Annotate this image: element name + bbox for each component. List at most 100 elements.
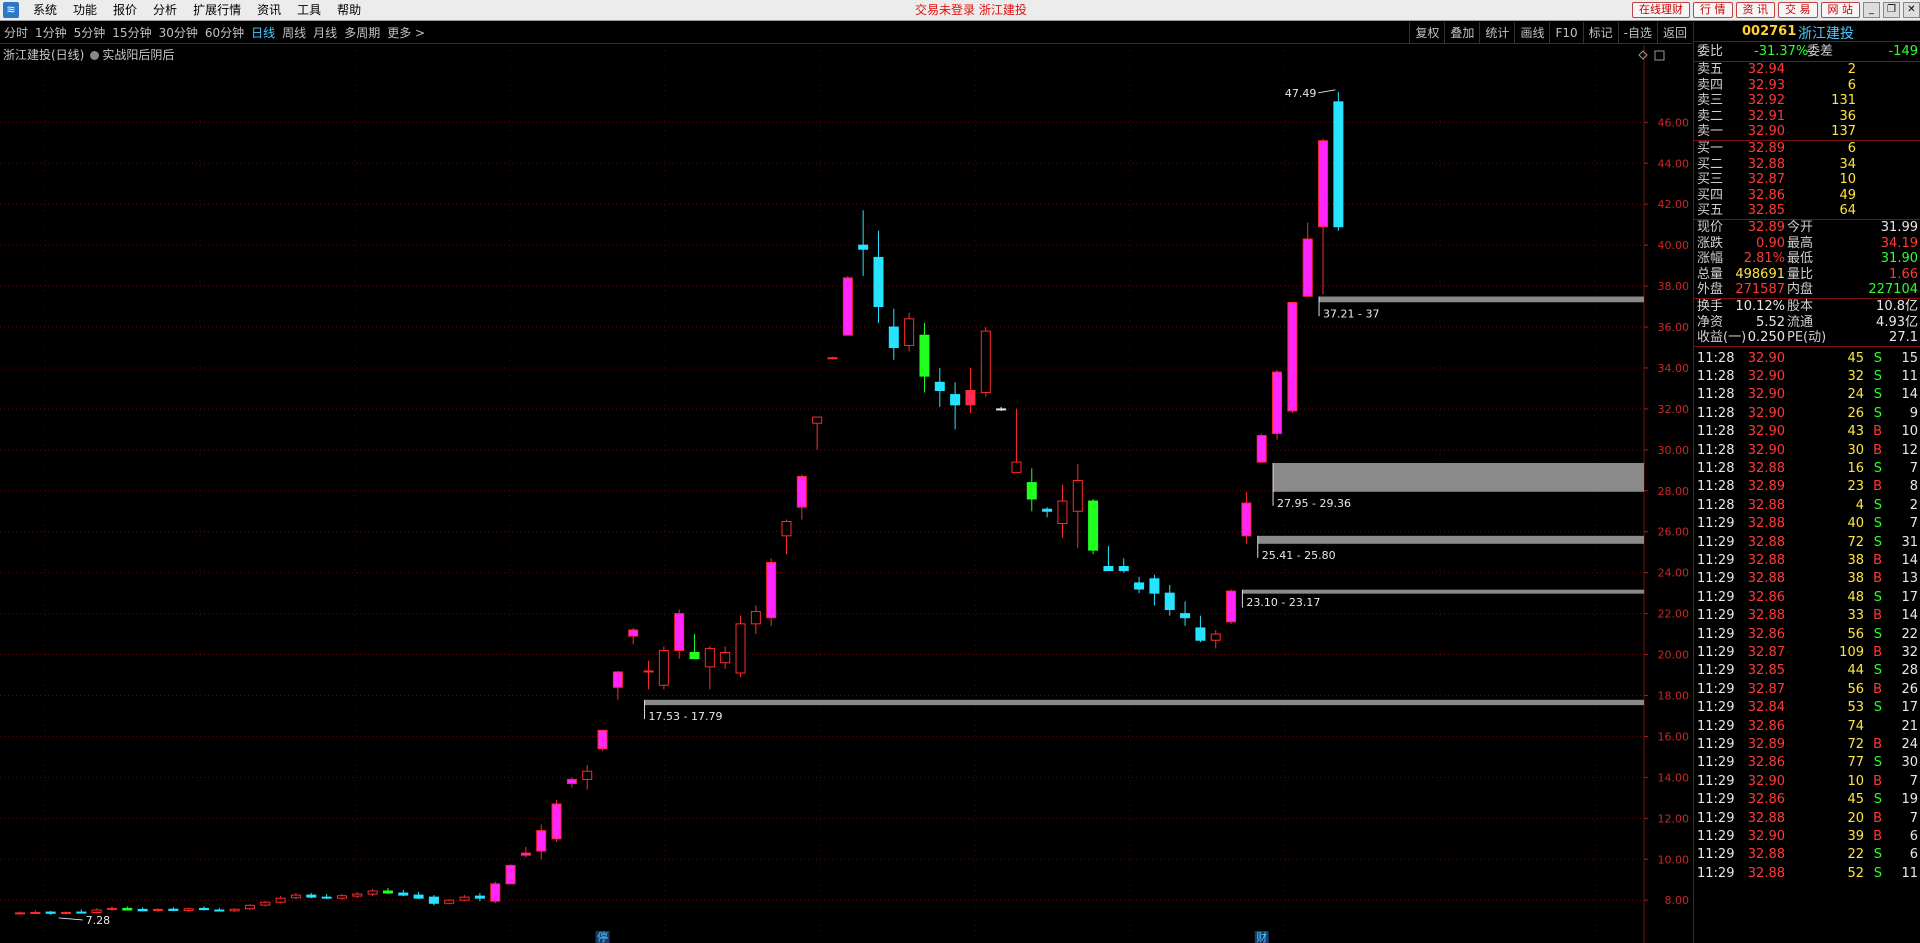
order-volume: 36: [1839, 108, 1856, 124]
tick-time: 11:29: [1697, 608, 1735, 624]
fundamental-row: 净资 5.52 流通 4.93亿: [1694, 315, 1920, 331]
menu-items: 系统 功能 报价 分析 扩展行情 资讯 工具 帮助: [25, 0, 369, 21]
price-zone-band: [1242, 589, 1644, 594]
menu-item[interactable]: 工具: [289, 0, 329, 21]
menu-bar: ≋ 系统 功能 报价 分析 扩展行情 资讯 工具 帮助 交易未登录 浙江建投 在线理财行 情资…: [0, 0, 1920, 21]
event-marker[interactable]: 停: [597, 930, 608, 943]
candle-body: [950, 394, 961, 406]
period-tab[interactable]: 日线: [247, 22, 278, 44]
quote-panel: 002761 浙江建投 委比 -31.37% 委差 -149 卖五 32.94 2 卖…: [1693, 22, 1920, 943]
tick-volume: 24: [1847, 387, 1864, 403]
quick-button[interactable]: 交 易: [1778, 2, 1818, 18]
y-tick-label: 14.00: [1658, 771, 1690, 784]
period-tab[interactable]: 更多 >: [383, 22, 428, 44]
stock-name[interactable]: 浙江建投: [1798, 23, 1854, 43]
tick-price: 32.84: [1747, 700, 1785, 716]
quick-button[interactable]: 资 讯: [1735, 2, 1775, 18]
quick-button[interactable]: 网 站: [1820, 2, 1860, 18]
chart-tool-button[interactable]: 复权: [1409, 22, 1444, 44]
tick-price: 32.87: [1747, 645, 1785, 661]
period-tab[interactable]: 分时: [0, 22, 31, 44]
order-label: 卖一: [1697, 124, 1724, 140]
chart-window-icon[interactable]: [1654, 50, 1665, 61]
close-icon[interactable]: ✕: [1903, 2, 1920, 18]
menu-item[interactable]: 扩展行情: [185, 0, 249, 21]
period-tab[interactable]: 30分钟: [155, 22, 201, 44]
period-tab[interactable]: 周线: [278, 22, 309, 44]
y-tick-label: 32.00: [1658, 403, 1690, 416]
quote-row: 外盘 271587 内盘 227104: [1694, 282, 1920, 298]
menu-item[interactable]: 报价: [105, 0, 145, 21]
chart-indicator-label[interactable]: 实战阳后阴后: [102, 48, 174, 62]
fund-value: 5.52: [1756, 314, 1785, 330]
quick-button[interactable]: 行 情: [1693, 2, 1733, 18]
tick-row: 11:29 32.85 44 S 28: [1694, 662, 1920, 680]
candlestick-chart[interactable]: 8.00 10.00 12.00 14.00 16.00 18.00 20.00 22.00 2…: [0, 45, 1692, 943]
fund-label: 净资: [1697, 314, 1724, 330]
sell-orders: 卖五 32.94 2 卖四 32.93 6 卖三 32.92 131 卖二 32.91 36 卖一 32.…: [1694, 62, 1920, 141]
fund-label: PE(动): [1787, 330, 1827, 346]
quote-panel-header: 002761 浙江建投: [1694, 22, 1920, 42]
menu-item[interactable]: 资讯: [249, 0, 289, 21]
chart-tool-button[interactable]: 返回: [1656, 22, 1692, 44]
menu-item[interactable]: 分析: [145, 0, 185, 21]
order-label: 卖二: [1697, 108, 1724, 124]
chart-tool-button[interactable]: -自选: [1617, 22, 1657, 44]
quick-buttons: 在线理财行 情资 讯交 易网 站: [1632, 2, 1860, 18]
tick-side: S: [1873, 369, 1882, 385]
chart-tool-button[interactable]: 标记: [1582, 22, 1618, 44]
candle-body: [382, 890, 393, 894]
restore-icon[interactable]: ❐: [1883, 2, 1900, 18]
menu-item[interactable]: 帮助: [329, 0, 369, 21]
tick-time: 11:29: [1697, 829, 1735, 845]
tick-row: 11:29 32.84 53 S 17: [1694, 699, 1920, 717]
candle-body: [505, 864, 516, 885]
y-tick-label: 10.00: [1658, 853, 1690, 866]
tick-row: 11:29 32.87 56 B 26: [1694, 681, 1920, 699]
event-marker[interactable]: 财: [1256, 930, 1267, 943]
period-tab[interactable]: 60分钟: [201, 22, 247, 44]
tick-price: 32.88: [1747, 865, 1785, 881]
tick-side: B: [1873, 681, 1882, 697]
chart-tool-button[interactable]: F10: [1549, 22, 1582, 44]
chart-tool-button[interactable]: 画线: [1514, 22, 1549, 44]
order-volume: 49: [1839, 187, 1856, 203]
tick-volume: 32: [1847, 369, 1864, 385]
candle-body: [1118, 566, 1129, 572]
tick-row: 11:29 32.88 38 B 14: [1694, 552, 1920, 570]
period-tab[interactable]: 15分钟: [108, 22, 154, 44]
y-tick-label: 8.00: [1665, 894, 1690, 907]
candle-body: [873, 256, 884, 308]
candle-body: [1318, 140, 1329, 228]
period-tab[interactable]: 多周期: [340, 22, 383, 44]
period-tab[interactable]: 月线: [309, 22, 340, 44]
y-tick-label: 20.00: [1658, 649, 1690, 662]
indicator-dot-icon[interactable]: [90, 51, 100, 60]
tick-count: 6: [1909, 847, 1918, 863]
candle-body: [474, 895, 485, 899]
candle-body: [137, 908, 148, 912]
tick-side: S: [1873, 405, 1882, 421]
weibi-value: -31.37%: [1754, 44, 1809, 59]
candle-body: [1302, 238, 1313, 297]
chart-tool-button[interactable]: 统计: [1479, 22, 1514, 44]
tick-row: 11:29 32.88 22 S 6: [1694, 846, 1920, 864]
quick-button[interactable]: 在线理财: [1632, 2, 1690, 18]
quote-value: 227104: [1868, 282, 1918, 298]
app-logo-icon: ≋: [3, 2, 19, 18]
tick-time: 11:29: [1697, 681, 1735, 697]
candle-body: [428, 896, 439, 904]
tick-list[interactable]: 11:28 32.90 45 S 15 11:28 32.90 32 S 11 11:28 32.90…: [1694, 347, 1920, 907]
tick-time: 11:29: [1697, 792, 1735, 808]
period-tab[interactable]: 5分钟: [70, 22, 109, 44]
period-tab[interactable]: 1分钟: [31, 22, 70, 44]
quote-value: 31.99: [1880, 219, 1918, 235]
minimize-icon[interactable]: _: [1863, 2, 1880, 18]
chart-diamond-icon[interactable]: [1638, 50, 1648, 60]
chart-tool-button[interactable]: 叠加: [1444, 22, 1479, 44]
tick-row: 11:28 32.90 24 S 14: [1694, 386, 1920, 404]
candle-body: [45, 911, 56, 914]
candle-body: [536, 830, 547, 852]
menu-item[interactable]: 系统: [25, 0, 65, 21]
menu-item[interactable]: 功能: [65, 0, 105, 21]
